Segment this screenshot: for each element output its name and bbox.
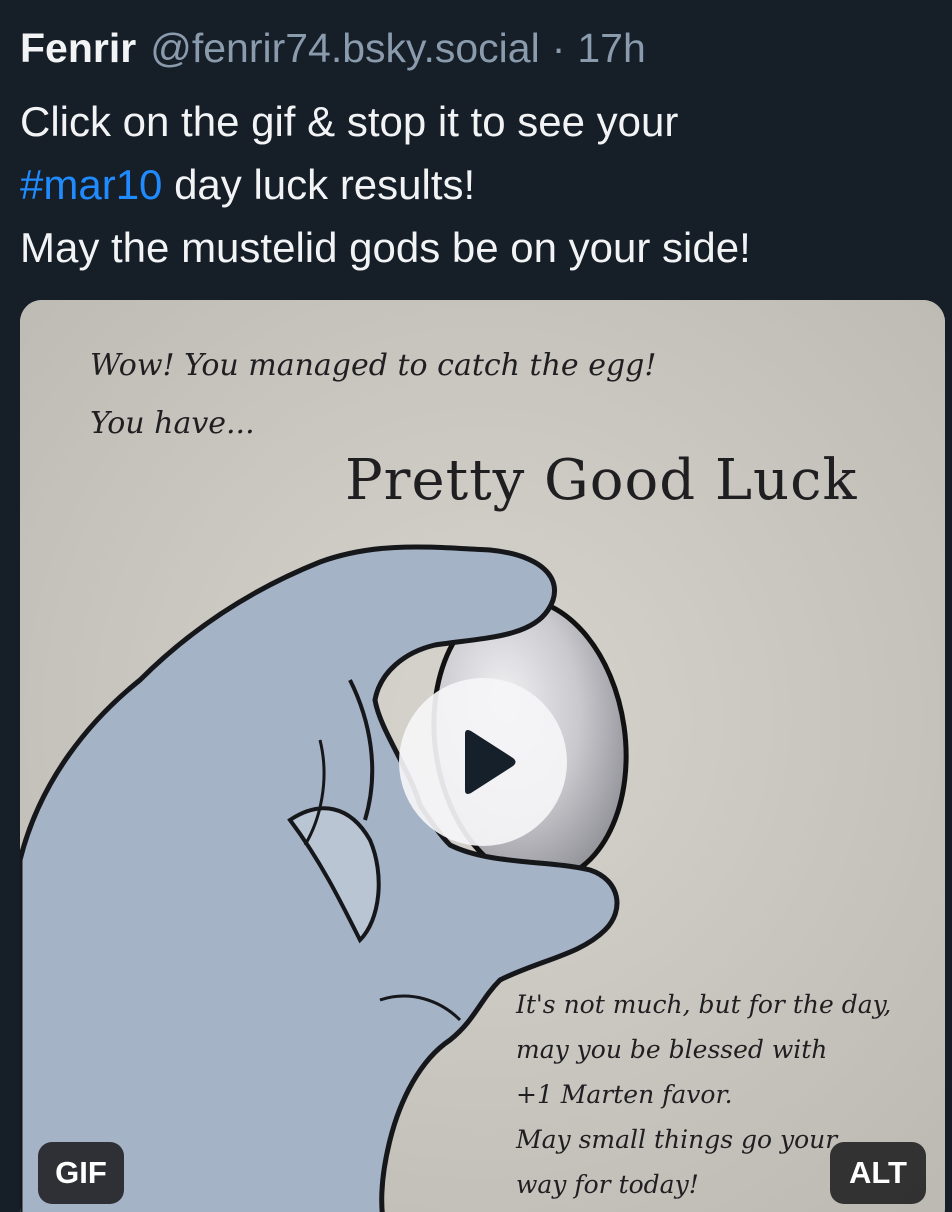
gif-luck-title: Pretty Good Luck — [345, 448, 858, 513]
author-handle[interactable]: @fenrir74.bsky.social — [150, 22, 540, 74]
post-text: Click on the gif & stop it to see your #… — [20, 90, 940, 279]
post-timestamp[interactable]: 17h — [577, 22, 645, 74]
post-text-line-2: #mar10 day luck results! — [20, 153, 940, 216]
hashtag-link[interactable]: #mar10 — [20, 161, 162, 208]
post: Fenrir @fenrir74.bsky.social · 17h Click… — [0, 0, 952, 1212]
gif-embed[interactable]: Wow! You managed to catch the egg! You h… — [20, 300, 945, 1212]
header-separator: · — [551, 25, 566, 71]
post-text-line-3: May the mustelid gods be on your side! — [20, 224, 751, 271]
gif-caption-top-1: Wow! You managed to catch the egg! — [90, 348, 657, 383]
post-header: Fenrir @fenrir74.bsky.social · 17h — [20, 22, 646, 74]
post-text-line-2-rest: day luck results! — [162, 161, 476, 208]
gif-caption-bottom-line: may you be blessed with — [516, 1035, 828, 1064]
alt-text-button[interactable]: ALT — [830, 1142, 926, 1204]
gif-caption-top-2: You have... — [90, 406, 255, 441]
gif-caption-bottom-line: It's not much, but for the day, — [516, 990, 892, 1019]
post-text-line-1: Click on the gif & stop it to see your — [20, 98, 679, 145]
gif-caption-bottom-line: +1 Marten favor. — [516, 1080, 733, 1109]
play-icon — [465, 730, 516, 794]
play-button[interactable] — [399, 678, 567, 846]
author-display-name[interactable]: Fenrir — [20, 22, 136, 74]
gif-badge: GIF — [38, 1142, 124, 1204]
